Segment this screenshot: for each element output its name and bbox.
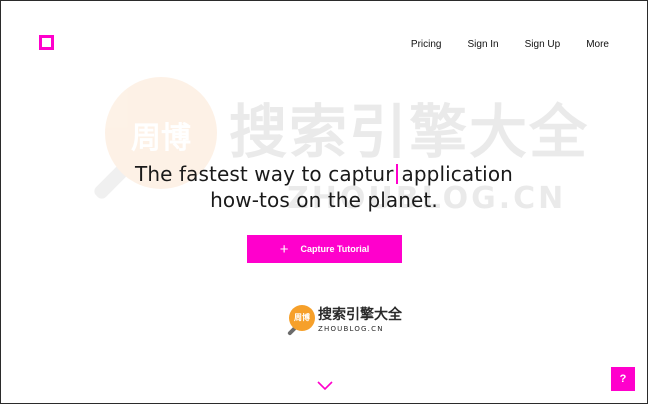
hero-headline: The fastest way to captur application how… — [1, 161, 647, 213]
watermark-logo-icon: 周博 — [289, 305, 315, 331]
nav-sign-in[interactable]: Sign In — [467, 39, 498, 50]
chevron-down-icon[interactable] — [317, 379, 333, 391]
hero-line-1-start: The fastest way to captur — [135, 162, 394, 186]
hero-line-1: The fastest way to captur application — [1, 161, 647, 187]
typing-caret — [395, 164, 398, 184]
hero-line-1-end: application — [401, 162, 513, 186]
watermark-small-circle-text: 周博 — [294, 313, 310, 322]
square-outline-icon[interactable] — [39, 35, 54, 50]
watermark-small-brand-cn: 搜索引擎大全 — [318, 307, 402, 323]
help-button[interactable]: ? — [611, 367, 635, 391]
hero-line-2: how-tos on the planet. — [210, 188, 438, 212]
page: 周博 搜索引擎大全 ZHOUBLOG.CN Pricing Sign In Si… — [0, 0, 648, 404]
nav-pricing[interactable]: Pricing — [411, 39, 442, 50]
watermark-small-brand-en: ZHOUBLOG.CN — [318, 325, 384, 333]
top-nav: Pricing Sign In Sign Up More — [385, 39, 609, 50]
capture-tutorial-button[interactable]: + Capture Tutorial — [247, 235, 402, 263]
plus-icon: + — [279, 240, 289, 258]
watermark-brand-cn: 搜索引擎大全 — [229, 98, 590, 166]
nav-more[interactable]: More — [586, 39, 609, 50]
watermark-small: 周博 搜索引擎大全 ZHOUBLOG.CN — [287, 303, 402, 339]
nav-sign-up[interactable]: Sign Up — [525, 39, 561, 50]
help-icon: ? — [619, 373, 627, 385]
watermark-circle-text: 周博 — [131, 121, 191, 156]
capture-tutorial-label: Capture Tutorial — [300, 244, 370, 254]
